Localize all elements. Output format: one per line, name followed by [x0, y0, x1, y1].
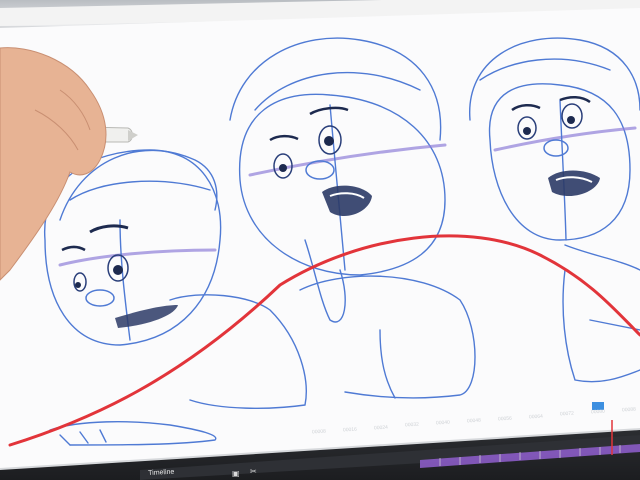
timeline-frame-label: 00088	[621, 406, 637, 414]
timeline-track: ✂ ▣	[140, 402, 640, 480]
scissors-icon[interactable]: ✂	[250, 467, 257, 476]
timeline-frame-label: 00024	[373, 424, 389, 431]
timeline-frame-label: 00040	[435, 419, 451, 427]
timeline-frame-label: 00016	[342, 426, 358, 434]
timeline-frame-label: 00032	[404, 422, 420, 429]
timeline-title: Timeline	[148, 468, 175, 477]
timeline-frame-label: 00064	[528, 413, 544, 420]
timeline-frame-label: 00072	[559, 411, 575, 418]
drawing-app-screen: ✂ ▣ Timeline 00008 00016 00024 00032 00040 00…	[0, 0, 640, 480]
layer-icon[interactable]: ▣	[232, 469, 240, 478]
timeline-frame-label: 00008	[311, 428, 327, 436]
timeline-frame-label: 00056	[497, 415, 513, 423]
timeline-frame-label: 00048	[466, 417, 482, 425]
timeline-frame-label: 00080	[590, 408, 606, 416]
